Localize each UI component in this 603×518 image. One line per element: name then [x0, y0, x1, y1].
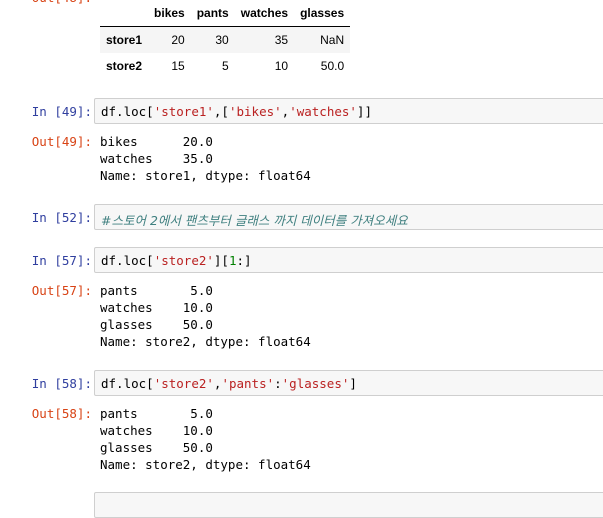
code-token: ,[ — [213, 104, 229, 119]
table-cell: 15 — [171, 59, 185, 73]
code-token: ]] — [356, 104, 372, 119]
code-string: 'store2' — [153, 253, 214, 268]
code-input-cell-58[interactable]: df.loc['store2','pants':'glasses'] — [94, 370, 603, 396]
code-string: 'pants' — [221, 376, 275, 391]
in-prompt: In [49]: — [31, 104, 92, 119]
cell-output: pants 5.0 watches 10.0 glasses 50.0 Name… — [100, 283, 311, 349]
in-prompt: In [58]: — [31, 376, 92, 391]
code-token: df.loc[ — [101, 104, 154, 119]
code-token: ] — [349, 376, 357, 391]
table-cell: NaN — [320, 33, 345, 47]
table-index-cell: store2 — [106, 59, 143, 73]
table-cell: 20 — [171, 33, 185, 47]
code-comment: #스토어 2에서 팬츠부터 글래스 까지 데이터를 가져오세요 — [101, 213, 408, 228]
table-row: store1 20 30 35 NaN — [100, 26, 351, 53]
table-header-cell: glasses — [294, 0, 351, 27]
code-string: 'bikes' — [228, 104, 282, 119]
code-input-cell-52[interactable]: #스토어 2에서 팬츠부터 글래스 까지 데이터를 가져오세요 — [94, 204, 603, 230]
code-string: 'store2' — [153, 376, 214, 391]
out-prompt-top: Out[48]: — [0, 0, 92, 5]
code-token: df.loc[ — [101, 376, 154, 391]
table-header-cell: watches — [234, 0, 295, 27]
code-token: : — [274, 376, 282, 391]
code-string: 'store1' — [153, 104, 214, 119]
table-cell: 35 — [274, 33, 289, 47]
table-cell: 10 — [274, 59, 289, 73]
code-string: 'glasses' — [281, 376, 350, 391]
table-header-row: bikes pants watches glasses — [100, 0, 351, 27]
table-index-cell: store1 — [106, 33, 143, 47]
code-token: df.loc[ — [101, 253, 154, 268]
code-number: 1 — [228, 253, 237, 268]
out-prompt: Out[58]: — [31, 406, 92, 421]
cell-output: pants 5.0 watches 10.0 glasses 50.0 Name… — [100, 406, 311, 472]
out-prompt: Out[49]: — [31, 134, 92, 149]
table-header-cell: bikes — [148, 0, 191, 27]
cell-output: bikes 20.0 watches 35.0 Name: store1, dt… — [100, 134, 311, 183]
code-input-cell-49[interactable]: df.loc['store1',['bikes','watches']] — [94, 98, 603, 124]
code-string: 'watches' — [289, 104, 357, 119]
in-prompt: In [57]: — [31, 253, 92, 268]
table-cell: 5 — [222, 59, 229, 73]
table-header-cell — [100, 0, 149, 27]
table-cell: 50.0 — [320, 59, 345, 73]
table-cell: 30 — [215, 33, 229, 47]
table-row: store2 15 5 10 50.0 — [100, 53, 350, 79]
code-token: :] — [236, 253, 252, 268]
out-prompt: Out[57]: — [31, 283, 92, 298]
dataframe-table: bikes pants watches glasses store1 20 30… — [100, 0, 351, 79]
code-token: ][ — [213, 253, 229, 268]
in-prompt: In [52]: — [31, 210, 92, 225]
code-input-next[interactable] — [94, 492, 603, 518]
table-header-cell: pants — [190, 0, 235, 27]
code-input-cell-57[interactable]: df.loc['store2'][1:] — [94, 247, 603, 273]
